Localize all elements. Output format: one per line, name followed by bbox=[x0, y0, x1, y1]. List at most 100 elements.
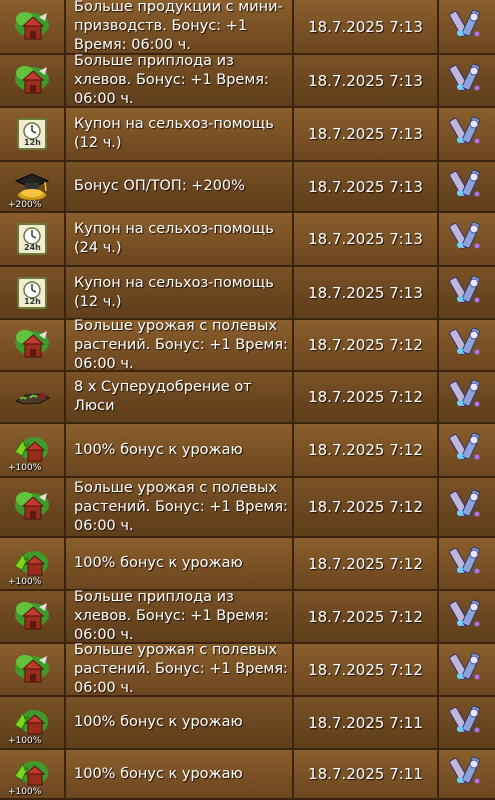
row-icon-cell bbox=[0, 478, 66, 536]
barn-tree-icon bbox=[12, 327, 52, 363]
icon-badge-label: +100% bbox=[8, 463, 42, 473]
row-icon-cell: +100% bbox=[0, 538, 66, 589]
use-bonus-button[interactable] bbox=[439, 108, 495, 160]
bonus-timestamp: 18.7.2025 7:12 bbox=[294, 372, 439, 422]
bonus-description: Бонус ОП/ТОП: +200% bbox=[66, 162, 294, 211]
magic-tools-icon bbox=[447, 544, 487, 584]
harvest-bonus-icon: +100% bbox=[8, 432, 52, 473]
icon-badge-label: 12h bbox=[24, 138, 41, 147]
row-icon-cell bbox=[0, 372, 66, 422]
clock-coupon-icon: 12h bbox=[12, 116, 52, 152]
bonus-description: Купон на сельхоз-помощь (12 ч.) bbox=[66, 267, 294, 318]
use-bonus-button[interactable] bbox=[439, 213, 495, 265]
icon-badge-label: +100% bbox=[8, 576, 42, 587]
magic-tools-icon bbox=[447, 377, 487, 417]
list-row: 24h Купон на сельхоз-помощь (24 ч.) 18.7.2… bbox=[0, 213, 495, 267]
row-icon-cell: 12h bbox=[0, 108, 66, 160]
bonus-description: 100% бонус к урожаю bbox=[66, 697, 294, 748]
barn-tree-icon bbox=[12, 63, 52, 99]
bonus-description: Больше приплода из хлевов. Бонус: +1 Вре… bbox=[66, 53, 294, 107]
magic-tools-icon bbox=[447, 325, 487, 365]
barn-tree-icon bbox=[12, 652, 52, 688]
use-bonus-button[interactable] bbox=[439, 591, 495, 642]
barn-tree-icon bbox=[12, 9, 52, 45]
list-row: 8 x Суперудобрение от Люси 18.7.2025 7:12 bbox=[0, 372, 495, 424]
row-icon-cell: +200% bbox=[0, 162, 66, 211]
list-row: +100% 100% бонус к урожаю 18.7.2025 7:11 bbox=[0, 750, 495, 800]
magic-tools-icon bbox=[447, 273, 487, 313]
use-bonus-button[interactable] bbox=[439, 644, 495, 695]
bonus-timestamp: 18.7.2025 7:11 bbox=[294, 697, 439, 748]
fertilizer-icon bbox=[12, 379, 52, 415]
barn-tree-icon bbox=[12, 489, 52, 525]
bonus-timestamp: 18.7.2025 7:12 bbox=[294, 538, 439, 589]
bonus-description: Больше урожая с полевых растений. Бонус:… bbox=[66, 478, 294, 536]
bonus-description: Купон на сельхоз-помощь (12 ч.) bbox=[66, 108, 294, 160]
bonus-timestamp: 18.7.2025 7:13 bbox=[294, 108, 439, 160]
bonus-timestamp: 18.7.2025 7:12 bbox=[294, 478, 439, 536]
list-row: Больше продукции с мини-призводств. Бону… bbox=[0, 0, 495, 55]
harvest-bonus-icon: +100% bbox=[8, 705, 52, 746]
magic-tools-icon bbox=[447, 7, 487, 47]
list-row: Больше урожая с полевых растений. Бонус:… bbox=[0, 642, 495, 697]
use-bonus-button[interactable] bbox=[439, 697, 495, 748]
row-icon-cell: +100% bbox=[0, 424, 66, 476]
list-row: Больше урожая с полевых растений. Бонус:… bbox=[0, 318, 495, 372]
harvest-bonus-icon: +100% bbox=[8, 756, 52, 797]
use-bonus-button[interactable] bbox=[439, 320, 495, 370]
row-icon-cell bbox=[0, 0, 66, 53]
graduation-cap-icon: +200% bbox=[8, 169, 52, 210]
use-bonus-button[interactable] bbox=[439, 162, 495, 211]
barn-tree-icon bbox=[12, 599, 52, 635]
icon-badge-label: 24h bbox=[24, 243, 41, 252]
row-icon-cell bbox=[0, 320, 66, 370]
bonus-history-list: Больше продукции с мини-призводств. Бону… bbox=[0, 0, 495, 800]
clock-coupon-icon: 12h bbox=[12, 275, 52, 311]
bonus-timestamp: 18.7.2025 7:13 bbox=[294, 162, 439, 211]
bonus-description: 100% бонус к урожаю bbox=[66, 424, 294, 476]
icon-badge-label: 12h bbox=[24, 296, 41, 306]
bonus-description: Купон на сельхоз-помощь (24 ч.) bbox=[66, 213, 294, 265]
magic-tools-icon bbox=[447, 487, 487, 527]
use-bonus-button[interactable] bbox=[439, 424, 495, 476]
use-bonus-button[interactable] bbox=[439, 0, 495, 53]
bonus-description: 8 x Суперудобрение от Люси bbox=[66, 372, 294, 422]
magic-tools-icon bbox=[447, 114, 487, 154]
bonus-timestamp: 18.7.2025 7:13 bbox=[294, 55, 439, 106]
bonus-description: 100% бонус к урожаю bbox=[66, 538, 294, 589]
harvest-bonus-icon: +100% bbox=[8, 546, 52, 587]
bonus-timestamp: 18.7.2025 7:13 bbox=[294, 0, 439, 53]
bonus-description: Больше урожая с полевых растений. Бонус:… bbox=[66, 318, 294, 372]
bonus-description: Больше урожая с полевых растений. Бонус:… bbox=[66, 642, 294, 696]
bonus-timestamp: 18.7.2025 7:12 bbox=[294, 424, 439, 476]
magic-tools-icon bbox=[447, 167, 487, 207]
magic-tools-icon bbox=[447, 703, 487, 743]
magic-tools-icon bbox=[447, 754, 487, 794]
magic-tools-icon bbox=[447, 597, 487, 637]
use-bonus-button[interactable] bbox=[439, 750, 495, 798]
row-icon-cell bbox=[0, 55, 66, 106]
row-icon-cell bbox=[0, 644, 66, 695]
use-bonus-button[interactable] bbox=[439, 55, 495, 106]
bonus-description: Больше приплода из хлевов. Бонус: +1 Вре… bbox=[66, 589, 294, 643]
row-icon-cell: +100% bbox=[0, 697, 66, 748]
magic-tools-icon bbox=[447, 430, 487, 470]
bonus-description: Больше продукции с мини-призводств. Бону… bbox=[66, 0, 294, 53]
list-row: Больше урожая с полевых растений. Бонус:… bbox=[0, 478, 495, 538]
row-icon-cell: 24h bbox=[0, 213, 66, 265]
row-icon-cell: 12h bbox=[0, 267, 66, 318]
use-bonus-button[interactable] bbox=[439, 372, 495, 422]
use-bonus-button[interactable] bbox=[439, 478, 495, 536]
bonus-timestamp: 18.7.2025 7:13 bbox=[294, 267, 439, 318]
bonus-timestamp: 18.7.2025 7:12 bbox=[294, 591, 439, 642]
bonus-timestamp: 18.7.2025 7:11 bbox=[294, 750, 439, 798]
icon-badge-label: +100% bbox=[8, 735, 42, 746]
list-row: Больше приплода из хлевов. Бонус: +1 Вре… bbox=[0, 589, 495, 644]
use-bonus-button[interactable] bbox=[439, 538, 495, 589]
use-bonus-button[interactable] bbox=[439, 267, 495, 318]
bonus-description: 100% бонус к урожаю bbox=[66, 750, 294, 798]
list-row: +100% 100% бонус к урожаю 18.7.2025 7:12 bbox=[0, 424, 495, 478]
list-row: 12h Купон на сельхоз-помощь (12 ч.) 18.7.2… bbox=[0, 267, 495, 320]
list-row: +200% Бонус ОП/ТОП: +200% 18.7.2025 7:13 bbox=[0, 162, 495, 213]
magic-tools-icon bbox=[447, 61, 487, 101]
